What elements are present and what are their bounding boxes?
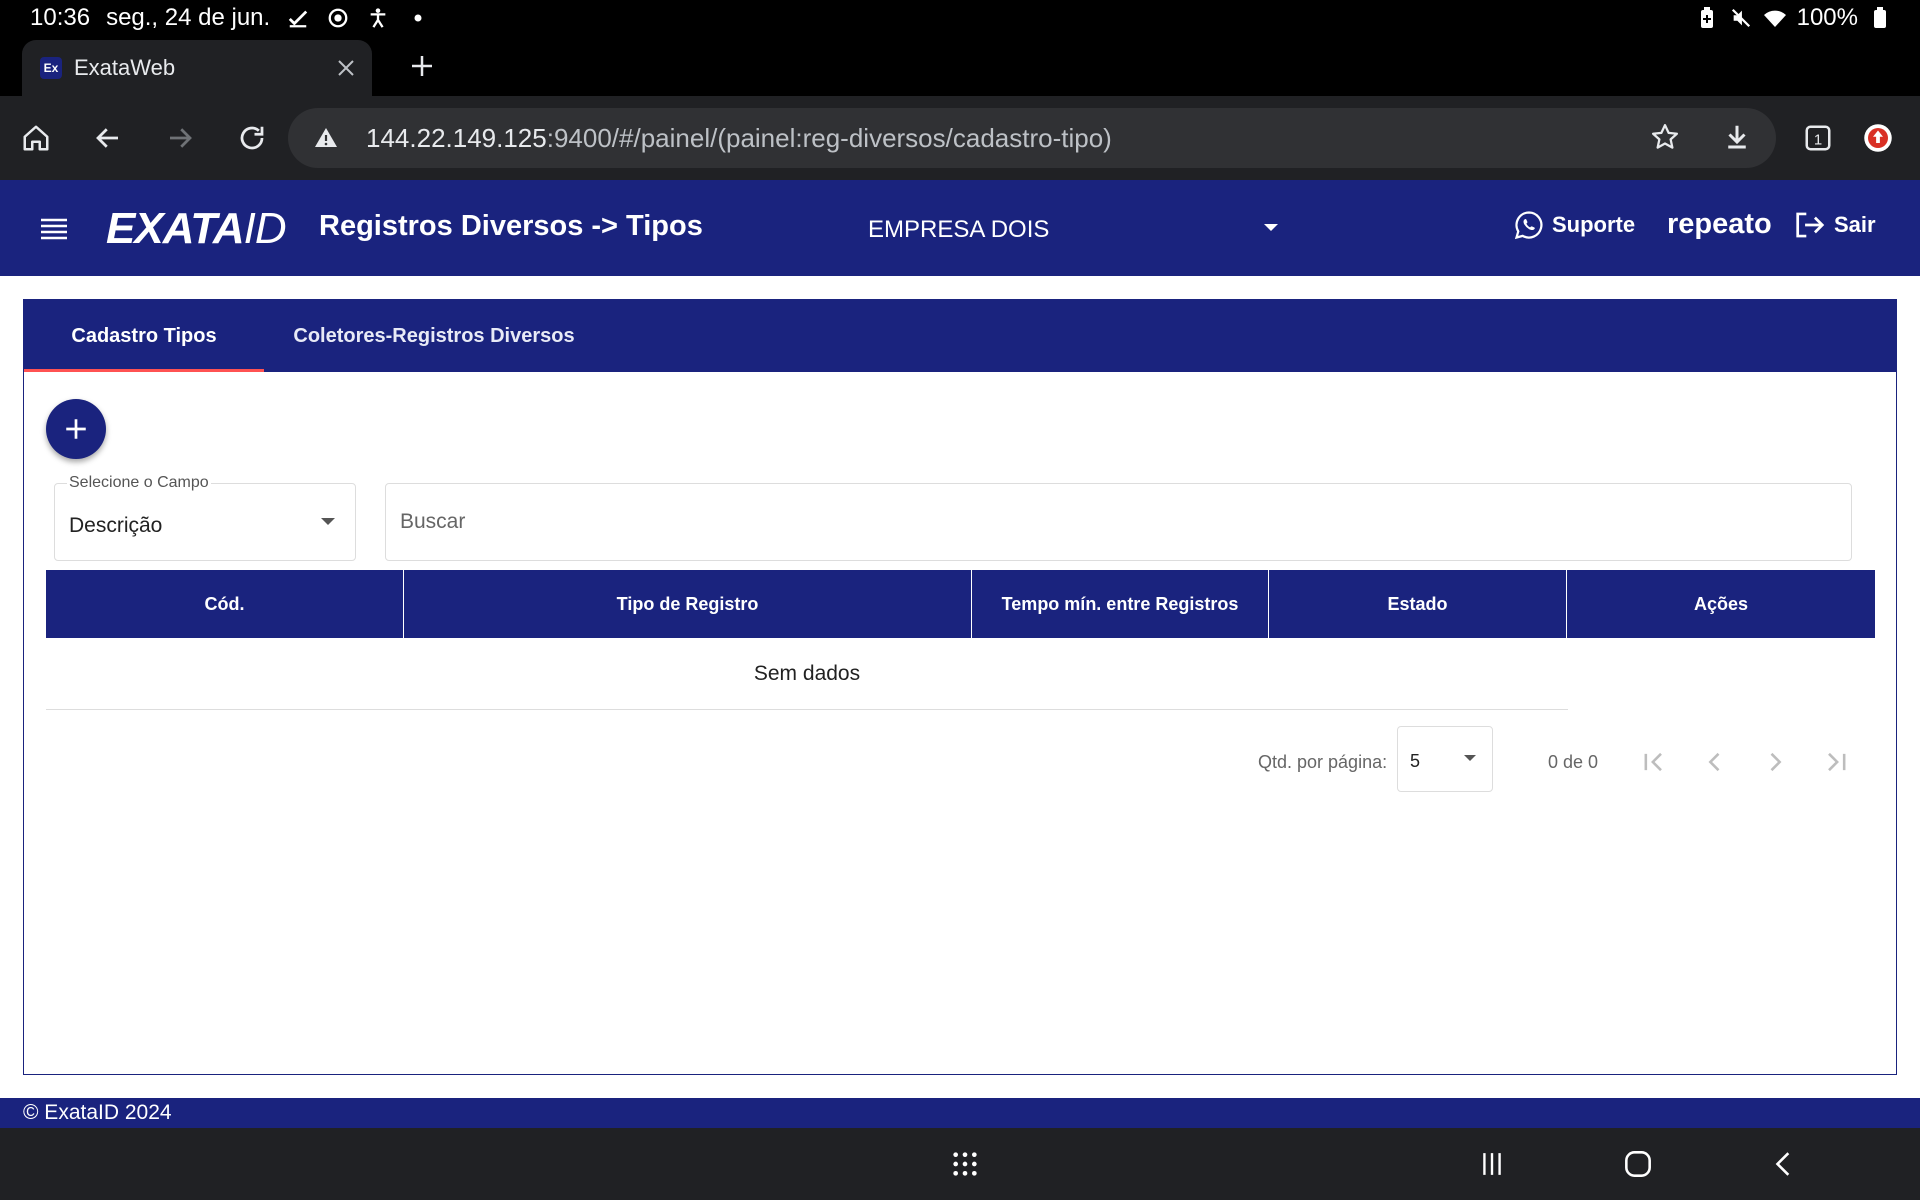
status-time: 10:36: [30, 4, 91, 31]
reload-icon[interactable]: [230, 116, 274, 160]
battery-icon: [1868, 6, 1892, 30]
battery-percent: 100%: [1796, 4, 1858, 31]
android-status-bar: 10:36 seg., 24 de jun. 100%: [0, 0, 1920, 36]
add-button[interactable]: [46, 399, 106, 459]
url-path: :9400/#/painel/(painel:reg-diversos/cada…: [546, 122, 1112, 153]
url-text: 144.22.149.125:9400/#/painel/(painel:reg…: [366, 123, 1112, 154]
profile-update-icon[interactable]: [1856, 116, 1900, 160]
mute-icon: [1729, 6, 1753, 30]
support-label: Suporte: [1552, 212, 1636, 237]
tab-count: 1: [1814, 131, 1822, 148]
column-header-acoes: Ações: [1693, 593, 1749, 614]
support-link[interactable]: Suporte: [1514, 210, 1635, 240]
tab-coletores-registros-diversos[interactable]: Coletores-Registros Diversos: [264, 300, 604, 372]
data-table: Cód. Tipo de Registro Tempo mín. entre R…: [46, 570, 1875, 792]
page-range: 0 de 0: [1548, 752, 1599, 772]
address-bar[interactable]: 144.22.149.125:9400/#/painel/(painel:reg…: [288, 108, 1776, 168]
forward-arrow-icon[interactable]: [158, 116, 202, 160]
plus-icon: [66, 419, 86, 439]
app-drawer-icon[interactable]: [945, 1146, 985, 1182]
browser-tab-title: ExataWeb: [74, 55, 176, 80]
main-content: Cadastro Tipos Coletores-Registros Diver…: [0, 276, 1920, 1098]
back-button-icon[interactable]: [1764, 1146, 1804, 1182]
hamburger-menu-icon[interactable]: [36, 210, 72, 246]
first-page-icon[interactable]: [1636, 744, 1672, 780]
logout-label: Sair: [1834, 212, 1876, 237]
search-input[interactable]: [400, 502, 1830, 542]
warning-icon[interactable]: [312, 124, 340, 152]
copyright-text: © ExataID 2024: [23, 1101, 172, 1124]
field-select-value: Descrição: [69, 514, 163, 537]
home-icon[interactable]: [14, 116, 58, 160]
search-field[interactable]: [385, 483, 1852, 561]
battery-saver-icon: [1695, 6, 1719, 30]
wifi-icon: [1763, 6, 1787, 30]
per-page-value: 5: [1410, 751, 1421, 771]
chevron-down-icon: [1464, 755, 1476, 761]
content-card: Cadastro Tipos Coletores-Registros Diver…: [23, 299, 1897, 1075]
logout-button[interactable]: Sair: [1794, 210, 1876, 240]
favicon: Ex: [40, 57, 62, 79]
app-header: EXATAID Registros Diversos -> Tipos EMPR…: [0, 180, 1920, 276]
tab-switcher-icon[interactable]: 1: [1796, 116, 1840, 160]
android-nav-bar: [0, 1128, 1920, 1200]
recent-apps-icon[interactable]: [1472, 1146, 1512, 1182]
chevron-down-icon: [1264, 224, 1278, 231]
empty-message: Sem dados: [753, 661, 861, 685]
field-select-label: Selecione o Campo: [67, 474, 211, 492]
home-button-icon[interactable]: [1618, 1146, 1658, 1182]
per-page-select[interactable]: 5: [1397, 726, 1493, 792]
column-header-tipo-registro[interactable]: Tipo de Registro: [404, 570, 972, 638]
username: repeato: [1667, 208, 1772, 240]
whatsapp-icon: [1514, 211, 1543, 240]
bookmark-star-icon[interactable]: [1650, 122, 1680, 159]
empty-row: Sem dados: [46, 638, 1568, 710]
chevron-down-icon: [321, 518, 335, 525]
tab-bar: Cadastro Tipos Coletores-Registros Diver…: [24, 300, 1896, 372]
radar-icon: [326, 6, 350, 30]
table-header: Cód. Tipo de Registro Tempo mín. entre R…: [46, 570, 1875, 638]
exataid-logo[interactable]: EXATAID: [106, 204, 287, 254]
company-select-value: EMPRESA DOIS: [868, 216, 1050, 243]
accessibility-icon: [366, 6, 390, 30]
paginator: Qtd. por página: 5 0 de 0: [46, 726, 1875, 796]
status-date: seg., 24 de jun.: [106, 4, 271, 31]
tab-cadastro-tipos[interactable]: Cadastro Tipos: [24, 300, 264, 372]
column-header-tempo-min[interactable]: Tempo mín. entre Registros: [972, 570, 1269, 638]
check-icon: [286, 6, 310, 30]
page-title: Registros Diversos -> Tipos: [319, 210, 703, 242]
last-page-icon[interactable]: [1818, 744, 1854, 780]
column-header-cod[interactable]: Cód.: [46, 570, 404, 638]
back-arrow-icon[interactable]: [86, 116, 130, 160]
app-footer: © ExataID 2024: [0, 1098, 1920, 1128]
dot-icon: [406, 6, 430, 30]
company-select[interactable]: EMPRESA DOIS: [868, 210, 1288, 250]
logout-icon: [1796, 212, 1825, 238]
browser-toolbar: 144.22.149.125:9400/#/painel/(painel:reg…: [0, 96, 1920, 180]
browser-tab[interactable]: Ex ExataWeb: [22, 40, 372, 96]
new-tab-icon[interactable]: [404, 48, 440, 84]
download-icon[interactable]: [1722, 122, 1752, 159]
logo-text: EXATA: [106, 204, 245, 253]
per-page-label: Qtd. por página:: [1258, 752, 1388, 772]
next-page-icon[interactable]: [1757, 744, 1793, 780]
field-select[interactable]: Selecione o Campo Descrição: [54, 474, 356, 561]
close-tab-icon[interactable]: [332, 54, 360, 82]
url-host: 144.22.149.125: [366, 122, 547, 153]
column-header-estado[interactable]: Estado: [1269, 570, 1567, 638]
logo-suffix: ID: [243, 204, 287, 253]
previous-page-icon[interactable]: [1697, 744, 1733, 780]
browser-tab-strip: Ex ExataWeb: [0, 36, 1920, 96]
